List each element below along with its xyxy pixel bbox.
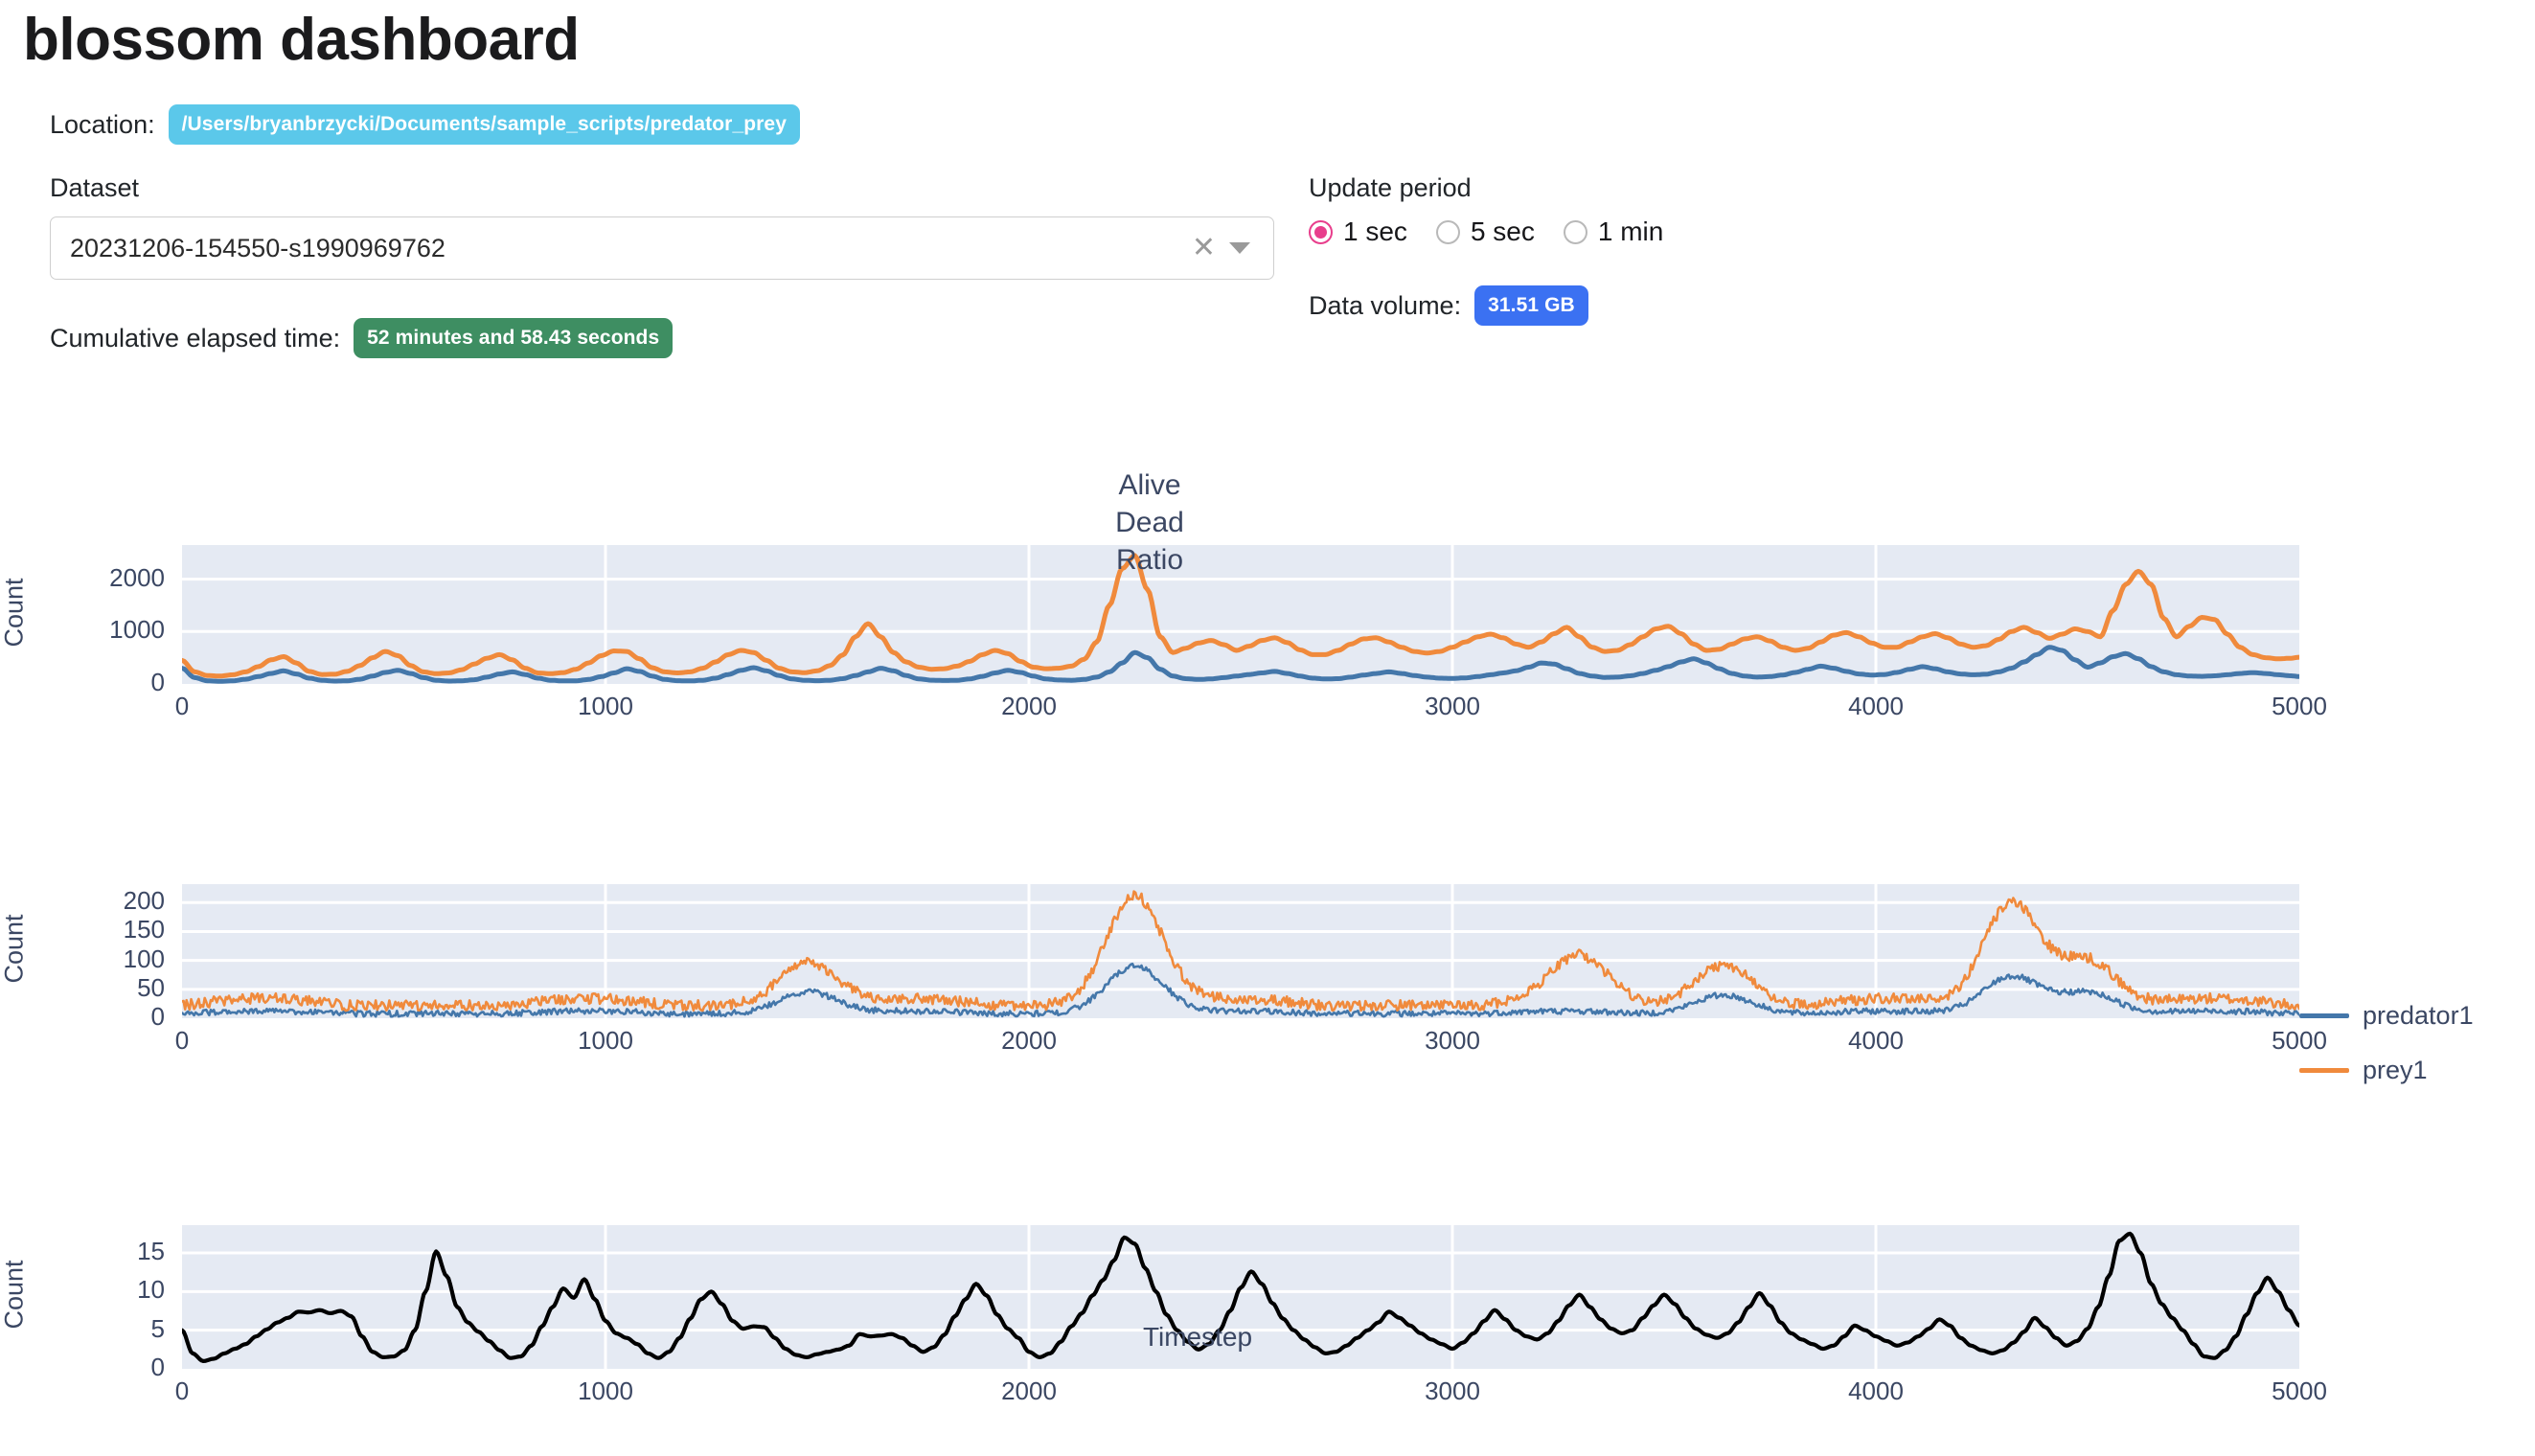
update-period-option-5sec[interactable]: 5 sec xyxy=(1436,216,1535,247)
dataset-selected-value: 20231206-154550-s1990969762 xyxy=(70,234,1192,263)
chart-title-ratio: Ratio xyxy=(96,544,2204,581)
controls-section: Dataset 20231206-154550-s1990969762 ✕ Cu… xyxy=(0,145,2535,173)
x-axis-tick: 3000 xyxy=(1376,1376,1529,1406)
chart-alive: Alive 010002000010002000300040005000Coun… xyxy=(0,469,2535,507)
update-period-option-1sec[interactable]: 1 sec xyxy=(1309,216,1407,247)
chart-ratio: Ratio 051015010002000300040005000Count xyxy=(0,544,2535,581)
x-axis-tick: 5000 xyxy=(2223,692,2376,721)
charts-container: Alive 010002000010002000300040005000Coun… xyxy=(0,469,2535,1456)
legend-swatch-predator1 xyxy=(2299,1013,2349,1018)
update-period-option-label: 1 sec xyxy=(1343,216,1407,247)
x-axis-tick: 4000 xyxy=(1799,1026,1953,1056)
y-axis-tick: 100 xyxy=(57,944,165,974)
legend-item-predator1: predator1 xyxy=(2299,1001,2474,1031)
x-axis-tick: 1000 xyxy=(529,1376,682,1406)
plot-area xyxy=(182,884,2299,1018)
plot-lines xyxy=(182,884,2299,1018)
chart-legend: predator1 prey1 xyxy=(2299,1001,2474,1110)
x-axis-tick: 5000 xyxy=(2223,1376,2376,1406)
close-icon[interactable]: ✕ xyxy=(1192,234,1229,262)
x-axis-tick: 1000 xyxy=(529,1026,682,1056)
location-label: Location: xyxy=(50,110,155,140)
dataset-label: Dataset xyxy=(50,173,1286,203)
update-period-option-1min[interactable]: 1 min xyxy=(1564,216,1663,247)
x-axis-tick: 0 xyxy=(105,1026,259,1056)
y-axis-tick: 1000 xyxy=(57,615,165,645)
y-axis-tick: 15 xyxy=(57,1237,165,1266)
chevron-down-icon[interactable] xyxy=(1229,242,1250,254)
data-volume-row: Data volume: 31.51 GB xyxy=(1309,285,2363,326)
y-axis-label: Count xyxy=(0,1218,30,1372)
radio-icon[interactable] xyxy=(1436,220,1460,244)
legend-swatch-prey1 xyxy=(2299,1068,2349,1073)
controls-left-column: Dataset 20231206-154550-s1990969762 ✕ Cu… xyxy=(50,173,1286,358)
x-axis-tick: 0 xyxy=(105,1376,259,1406)
y-axis-label: Count xyxy=(0,873,30,1026)
elapsed-time-badge: 52 minutes and 58.43 seconds xyxy=(354,318,673,358)
controls-right-column: Update period 1 sec 5 sec 1 min Data vol… xyxy=(1309,173,2363,326)
x-axis-tick: 2000 xyxy=(952,692,1106,721)
legend-label-predator1: predator1 xyxy=(2363,1001,2474,1031)
x-axis-tick: 1000 xyxy=(529,692,682,721)
page-title: blossom dashboard xyxy=(0,0,2535,74)
x-axis-tick: 4000 xyxy=(1799,692,1953,721)
legend-label-prey1: prey1 xyxy=(2363,1056,2428,1085)
update-period-option-label: 1 min xyxy=(1598,216,1663,247)
x-axis-tick: 0 xyxy=(105,692,259,721)
location-row: Location: /Users/bryanbrzycki/Documents/… xyxy=(0,74,2535,145)
update-period-label: Update period xyxy=(1309,173,2363,203)
x-axis-tick: 2000 xyxy=(952,1026,1106,1056)
x-axis-tick: 2000 xyxy=(952,1376,1106,1406)
chart-dead: Dead 050100150200010002000300040005000Co… xyxy=(0,507,2535,544)
y-axis-tick: 200 xyxy=(57,886,165,916)
location-path-badge: /Users/bryanbrzycki/Documents/sample_scr… xyxy=(169,104,800,145)
chart-title-dead: Dead xyxy=(96,507,2204,544)
x-axis-tick: 4000 xyxy=(1799,1376,1953,1406)
elapsed-time-row: Cumulative elapsed time: 52 minutes and … xyxy=(50,318,1286,358)
y-axis-tick: 50 xyxy=(57,973,165,1003)
radio-icon-selected[interactable] xyxy=(1309,220,1333,244)
elapsed-time-label: Cumulative elapsed time: xyxy=(50,324,340,353)
data-volume-badge: 31.51 GB xyxy=(1474,285,1588,326)
y-axis-tick: 150 xyxy=(57,915,165,944)
x-axis-tick: 3000 xyxy=(1376,1026,1529,1056)
x-axis-title: Timestep xyxy=(96,1322,2299,1353)
radio-icon[interactable] xyxy=(1564,220,1587,244)
data-volume-label: Data volume: xyxy=(1309,291,1461,321)
dataset-select[interactable]: 20231206-154550-s1990969762 ✕ xyxy=(50,216,1274,280)
x-axis-tick: 3000 xyxy=(1376,692,1529,721)
update-period-radio-group: 1 sec 5 sec 1 min xyxy=(1309,216,2363,247)
update-period-option-label: 5 sec xyxy=(1471,216,1535,247)
dashboard-page: blossom dashboard Location: /Users/bryan… xyxy=(0,0,2535,1456)
y-axis-tick: 10 xyxy=(57,1275,165,1305)
legend-item-prey1: prey1 xyxy=(2299,1056,2474,1085)
chart-title-alive: Alive xyxy=(96,469,2204,507)
